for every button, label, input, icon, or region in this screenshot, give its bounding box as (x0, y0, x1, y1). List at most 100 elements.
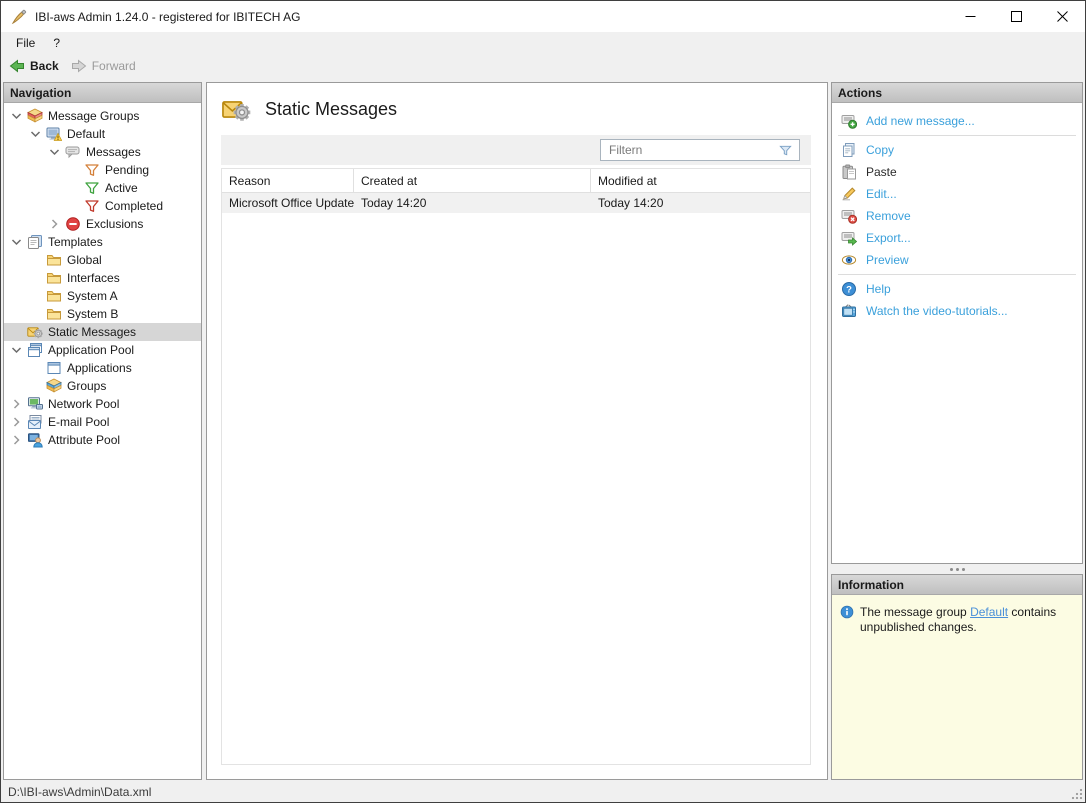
chevron-right-icon[interactable] (8, 432, 25, 448)
filter-box (600, 139, 800, 161)
action-watch-the-video-tutorials[interactable]: Watch the video-tutorials... (832, 300, 1082, 322)
action-edit[interactable]: Edit... (832, 183, 1082, 205)
nav-item-attribute-pool[interactable]: Attribute Pool (4, 431, 201, 449)
nav-item-e-mail-pool[interactable]: E-mail Pool (4, 413, 201, 431)
add-message-icon (841, 113, 857, 129)
chevron-down-icon[interactable] (46, 144, 63, 160)
column-header-modified-at[interactable]: Modified at (591, 169, 810, 192)
back-button[interactable]: Back (9, 58, 59, 74)
info-icon (840, 605, 854, 619)
nav-item-global[interactable]: Global (4, 251, 201, 269)
nav-item-default[interactable]: Default (4, 125, 201, 143)
action-label: Help (866, 282, 891, 296)
nav-item-interfaces[interactable]: Interfaces (4, 269, 201, 287)
chevron-right-icon[interactable] (46, 216, 63, 232)
close-button[interactable] (1039, 1, 1085, 32)
minimize-button[interactable] (947, 1, 993, 32)
filter-input[interactable] (601, 143, 778, 157)
video-icon (841, 303, 857, 319)
speech-bubbles-icon (65, 144, 81, 160)
window-title: IBI-aws Admin 1.24.0 - registered for IB… (35, 9, 301, 24)
information-text: The message group Default contains unpub… (860, 605, 1057, 634)
app-window: IBI-aws Admin 1.24.0 - registered for IB… (0, 0, 1086, 803)
nav-item-active[interactable]: Active (4, 179, 201, 197)
action-export[interactable]: Export... (832, 227, 1082, 249)
remove-icon (841, 208, 857, 224)
forward-label: Forward (91, 58, 136, 73)
menu-[interactable]: ? (44, 34, 69, 52)
forward-button[interactable]: Forward (71, 58, 136, 74)
nav-item-system-a[interactable]: System A (4, 287, 201, 305)
nav-item-groups[interactable]: Groups (4, 377, 201, 395)
nav-item-application-pool[interactable]: Application Pool (4, 341, 201, 359)
tree-item-label: E-mail Pool (48, 415, 110, 429)
tree-item-label: Network Pool (48, 397, 120, 411)
actions-panel: Actions Add new message... Copy Paste Ed… (831, 82, 1083, 564)
column-header-reason[interactable]: Reason (222, 169, 354, 192)
action-label: Copy (866, 143, 895, 157)
resize-grip-icon[interactable] (1070, 787, 1083, 800)
table-header: Reason Created at Modified at (222, 169, 810, 193)
nav-item-templates[interactable]: Templates (4, 233, 201, 251)
export-icon (841, 230, 857, 246)
filter-funnel-icon[interactable] (778, 143, 793, 158)
nav-item-pending[interactable]: Pending (4, 161, 201, 179)
copy-icon (841, 142, 857, 158)
action-paste[interactable]: Paste (832, 161, 1082, 183)
toolbar: Back Forward (1, 53, 1085, 78)
forward-arrow-icon (71, 58, 87, 74)
information-header: Information (832, 575, 1082, 595)
nav-item-message-groups[interactable]: Message Groups (4, 107, 201, 125)
menu-item-label: ? (53, 35, 61, 50)
action-remove[interactable]: Remove (832, 205, 1082, 227)
nav-item-messages[interactable]: Messages (4, 143, 201, 161)
tree-item-label: Groups (67, 379, 107, 393)
action-help[interactable]: ? Help (832, 278, 1082, 300)
panel-splitter[interactable] (831, 564, 1083, 574)
menu-file[interactable]: File (7, 34, 44, 52)
table-row[interactable]: Microsoft Office Update Today 14:20 Toda… (222, 193, 810, 213)
window-controls (947, 1, 1085, 32)
maximize-button[interactable] (993, 1, 1039, 32)
action-copy[interactable]: Copy (832, 139, 1082, 161)
action-add-new-message[interactable]: Add new message... (832, 110, 1082, 132)
tree-item-label: Exclusions (86, 217, 144, 231)
tree-item-label: Templates (48, 235, 103, 249)
nav-item-applications[interactable]: Applications (4, 359, 201, 377)
chevron-right-icon[interactable] (8, 414, 25, 430)
action-label: Preview (866, 253, 909, 267)
tree-item-label: Messages (86, 145, 141, 159)
nav-item-system-b[interactable]: System B (4, 305, 201, 323)
tree-item-label: Completed (105, 199, 164, 213)
chevron-down-icon[interactable] (8, 234, 25, 250)
chevron-down-icon[interactable] (8, 108, 25, 124)
page-header: Static Messages (207, 83, 827, 135)
chevron-down-icon[interactable] (27, 126, 44, 142)
cell-reason: Microsoft Office Update (229, 196, 354, 210)
status-bar: D:\IBI-aws\Admin\Data.xml (1, 781, 1085, 802)
status-path: D:\IBI-aws\Admin\Data.xml (8, 784, 152, 799)
action-preview[interactable]: Preview (832, 249, 1082, 271)
chevron-down-icon[interactable] (8, 342, 25, 358)
title-bar: IBI-aws Admin 1.24.0 - registered for IB… (1, 1, 1085, 32)
action-label: Remove (866, 209, 911, 223)
nav-item-exclusions[interactable]: Exclusions (4, 215, 201, 233)
default-group-link[interactable]: Default (970, 605, 1008, 619)
help-icon: ? (841, 281, 857, 297)
actions-separator (838, 135, 1076, 136)
menu-item-label: File (16, 35, 36, 50)
chevron-right-icon[interactable] (8, 396, 25, 412)
nav-item-static-messages[interactable]: Static Messages (4, 323, 201, 341)
information-panel: Information The message group Default co… (831, 574, 1083, 780)
nav-item-completed[interactable]: Completed (4, 197, 201, 215)
tree-item-label: Pending (105, 163, 150, 177)
navigation-tree: Message Groups Default Messages Pending … (4, 103, 201, 779)
tree-item-label: Static Messages (48, 325, 137, 339)
column-header-created-at[interactable]: Created at (354, 169, 591, 192)
nav-item-network-pool[interactable]: Network Pool (4, 395, 201, 413)
tree-item-label: Attribute Pool (48, 433, 121, 447)
